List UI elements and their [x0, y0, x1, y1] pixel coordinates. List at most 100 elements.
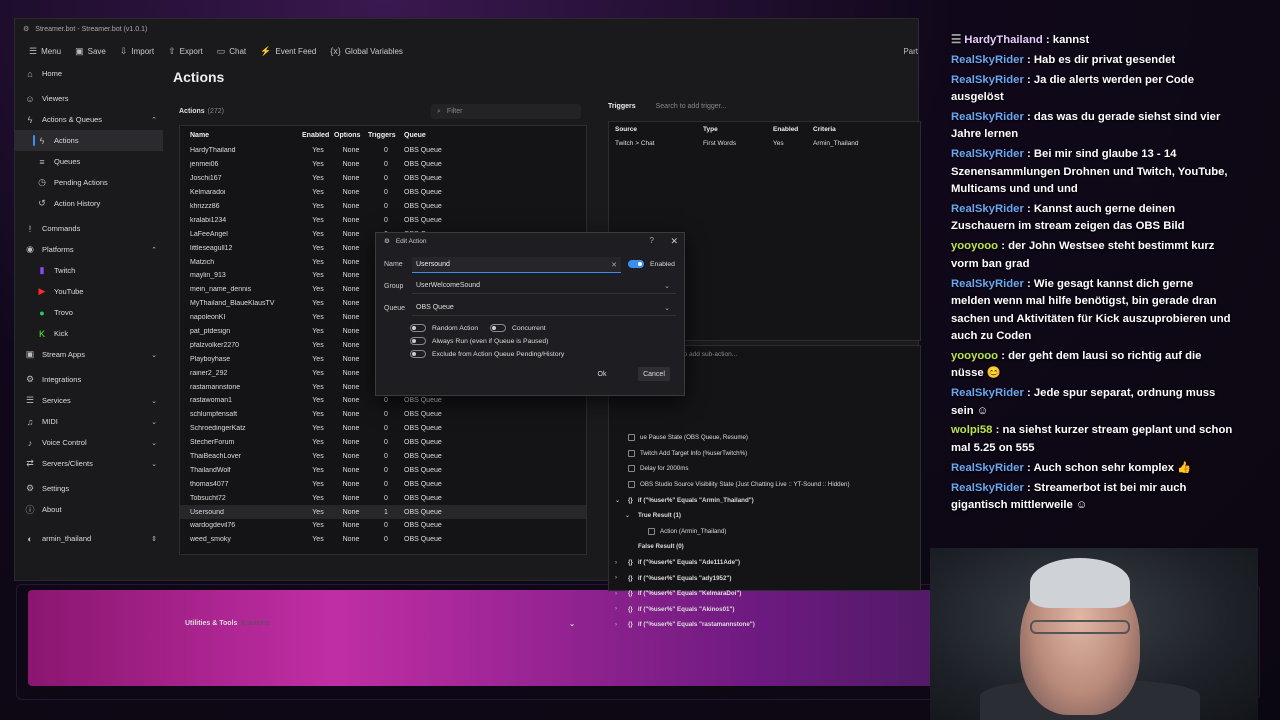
menu-button[interactable]: ☰ Menu: [29, 46, 61, 57]
enabled-toggle[interactable]: Enabled: [628, 260, 675, 268]
sidebar-item-label: About: [42, 505, 62, 514]
cancel-button[interactable]: Cancel: [638, 367, 670, 381]
column-header[interactable]: Type: [703, 126, 773, 133]
sidebar-item-action-history[interactable]: ↺ Action History: [15, 193, 163, 214]
queue-select[interactable]: OBS Queue ⌄: [412, 300, 676, 316]
sidebar-item-kick[interactable]: K Kick: [15, 323, 163, 344]
column-header[interactable]: Queue: [404, 132, 524, 139]
sidebar-item-stream-apps[interactable]: ▣ Stream Apps ⌄: [15, 344, 163, 365]
chevron-icon[interactable]: ›: [615, 560, 623, 566]
sidebar-item-twitch[interactable]: ▮ Twitch: [15, 260, 163, 281]
sub-action-item[interactable]: › {} if ("%user%" Equals "KelmaraDoi"): [609, 586, 920, 602]
column-header[interactable]: Source: [615, 126, 703, 133]
sub-action-item[interactable]: Twitch Add Target Info (%userTwitch%): [609, 446, 920, 462]
sidebar-item-pending-actions[interactable]: ◷ Pending Actions: [15, 172, 163, 193]
chat-username: RealSkyRider: [951, 73, 1024, 86]
table-row[interactable]: wardogdevil76 Yes None 0 OBS Queue: [180, 519, 586, 533]
import-button[interactable]: ⇩ Import: [120, 46, 154, 57]
chevron-icon[interactable]: ›: [615, 606, 623, 612]
sub-action-item[interactable]: False Result (0): [609, 539, 920, 555]
sub-action-label: if ("%user%" Equals "Akinos01"): [637, 605, 735, 613]
table-row[interactable]: Tobsucht72 Yes None 0 OBS Queue: [180, 491, 586, 505]
chevron-icon[interactable]: ⌄: [625, 512, 633, 519]
sidebar-item-trovo[interactable]: ● Trovo: [15, 302, 163, 323]
sidebar-item-commands[interactable]: ! Commands: [15, 218, 163, 239]
sidebar-item-platforms[interactable]: ◉ Platforms ⌃: [15, 239, 163, 260]
sidebar-item-servers-clients[interactable]: ⇄ Servers/Clients ⌄: [15, 453, 163, 474]
table-row[interactable]: StecherForum Yes None 0 OBS Queue: [180, 436, 586, 450]
name-field[interactable]: Usersound ✕: [412, 257, 621, 273]
sidebar-item-voice-control[interactable]: ♪ Voice Control ⌄: [15, 432, 163, 453]
chevron-icon[interactable]: ›: [615, 575, 623, 581]
trigger-row[interactable]: Twitch > Chat First Words Yes Armin_Thai…: [609, 136, 920, 151]
sidebar-item-services[interactable]: ☰ Services ⌄: [15, 390, 163, 411]
close-icon[interactable]: ✕: [670, 236, 678, 247]
sidebar-item-midi[interactable]: ♫ MIDI ⌄: [15, 411, 163, 432]
clear-icon[interactable]: ✕: [611, 261, 617, 269]
always-run-toggle[interactable]: Always Run (even if Queue is Paused): [410, 337, 548, 345]
table-row[interactable]: ThaiBeachLover Yes None 0 OBS Queue: [180, 450, 586, 464]
table-row[interactable]: SchroedingerKatz Yes None 0 OBS Queue: [180, 422, 586, 436]
sidebar-item-integrations[interactable]: ⚙ Integrations: [15, 369, 163, 390]
sub-action-item[interactable]: › {} if ("%user%" Equals "ady1952"): [609, 570, 920, 586]
sub-action-item[interactable]: › {} if ("%user%" Equals "Ade111Ade"): [609, 555, 920, 571]
exclude-history-toggle[interactable]: Exclude from Action Queue Pending/Histor…: [410, 350, 564, 358]
export-button[interactable]: ⇧ Export: [168, 46, 203, 57]
sidebar-item-about[interactable]: ⓘ About: [15, 499, 163, 520]
sidebar-item-settings[interactable]: ⚙ Settings: [15, 478, 163, 499]
save-button[interactable]: ▣ Save: [75, 46, 106, 57]
sidebar-item-queues[interactable]: ≡ Queues: [15, 151, 163, 172]
column-header[interactable]: Name: [190, 132, 302, 139]
table-row[interactable]: Kelmaradoi Yes None 0 OBS Queue: [180, 186, 586, 200]
sidebar-item-home[interactable]: ⌂ Home: [15, 63, 163, 84]
concurrent-toggle[interactable]: Concurrent: [490, 324, 546, 332]
table-row[interactable]: Usersound Yes None 1 OBS Queue: [180, 505, 586, 520]
chevron-icon[interactable]: ›: [615, 622, 623, 628]
table-row[interactable]: schlumpfensaft Yes None 0 OBS Queue: [180, 408, 586, 422]
sub-action-item[interactable]: › {} if ("%user%" Equals "rastamannstone"): [609, 617, 920, 633]
ok-button[interactable]: Ok: [586, 367, 618, 381]
actions-filter-input[interactable]: ⌕ Filter: [431, 104, 581, 119]
chevron-icon[interactable]: ⌄: [615, 497, 623, 504]
sub-action-item[interactable]: Delay for 2000ms: [609, 461, 920, 477]
trigger-search-input[interactable]: Search to add trigger...: [656, 103, 727, 110]
chat-text: Auch schon sehr komplex 👍: [1033, 461, 1192, 474]
table-cell: Yes: [312, 216, 324, 224]
column-header[interactable]: Triggers: [368, 132, 404, 139]
column-header[interactable]: Options: [334, 132, 368, 139]
random-action-toggle[interactable]: Random Action: [410, 324, 478, 332]
table-cell: Yes: [312, 508, 324, 516]
sub-action-item[interactable]: ⌄ {} if ("%user%" Equals "Armin_Thailand"): [609, 492, 920, 508]
column-header[interactable]: Enabled: [302, 132, 334, 139]
global-variables-button[interactable]: {x} Global Variables: [330, 46, 403, 56]
table-cell: ThailandWolf: [190, 466, 231, 474]
chevron-icon[interactable]: ›: [615, 591, 623, 597]
sidebar-item-actions[interactable]: ϟ Actions: [15, 130, 163, 151]
group-select[interactable]: UserWelcomeSound ⌄: [412, 278, 676, 294]
help-icon[interactable]: ?: [650, 236, 654, 245]
table-row[interactable]: kralabi1234 Yes None 0 OBS Queue: [180, 213, 586, 227]
table-row[interactable]: khrizzz86 Yes None 0 OBS Queue: [180, 200, 586, 214]
table-row[interactable]: jenmei06 Yes None 0 OBS Queue: [180, 158, 586, 172]
sub-action-item[interactable]: Action (Armin_Thailand): [609, 524, 920, 540]
sidebar-item-armin-thailand[interactable]: ◐ armin_thailand ⇕: [15, 528, 163, 549]
column-header[interactable]: Enabled: [773, 126, 813, 133]
sub-action-item[interactable]: OBS Studio Source Visibility State (Just…: [609, 477, 920, 493]
table-row[interactable]: rastawoman1 Yes None 0 OBS Queue: [180, 394, 586, 408]
table-row[interactable]: HardyThailand Yes None 0 OBS Queue: [180, 144, 586, 158]
table-cell: None: [342, 258, 360, 266]
table-row[interactable]: ThailandWolf Yes None 0 OBS Queue: [180, 463, 586, 477]
sub-action-item[interactable]: ue Pause State (OBS Queue, Resume): [609, 430, 920, 446]
sub-action-item[interactable]: ⌄ True Result (1): [609, 508, 920, 524]
table-row[interactable]: weed_smoky Yes None 0 OBS Queue: [180, 533, 586, 547]
event-feed-button[interactable]: ⚡ Event Feed: [260, 46, 316, 57]
sidebar-item-youtube[interactable]: ▶ YouTube: [15, 281, 163, 302]
sidebar-item-viewers[interactable]: ☺ Viewers: [15, 88, 163, 109]
sub-action-item[interactable]: › {} if ("%user%" Equals "Akinos01"): [609, 602, 920, 618]
table-row[interactable]: thomas4077 Yes None 0 OBS Queue: [180, 477, 586, 491]
column-header[interactable]: Criteria: [813, 126, 923, 133]
utilities-group-row[interactable]: Utilities & Tools 8 actions ⌄: [179, 617, 587, 630]
table-row[interactable]: Joschi167 Yes None 0 OBS Queue: [180, 172, 586, 186]
sidebar-item-actions-queues[interactable]: ϟ Actions & Queues ⌃: [15, 109, 163, 130]
chat-button[interactable]: ▭ Chat: [217, 46, 246, 57]
